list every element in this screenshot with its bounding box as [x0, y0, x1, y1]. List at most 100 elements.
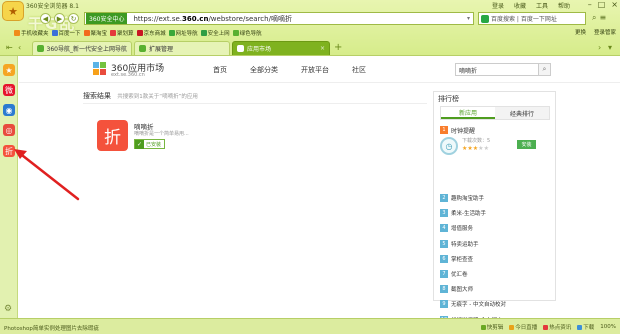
new-tab-button[interactable]: + [334, 42, 342, 53]
ranking-top-item[interactable]: 1 时钟提醒 ◷ 下载次数：5 ★★★★★ 安装 [440, 124, 550, 158]
bookmark-item[interactable]: 手机收藏夹 [14, 29, 49, 37]
rank-number: 9 [440, 300, 448, 309]
status-live[interactable]: 今日直播 [509, 323, 537, 331]
discount-icon[interactable]: 折 [3, 145, 15, 157]
bookmark-item[interactable]: 聚划算 [110, 29, 134, 37]
menu-icon[interactable]: ≡ [599, 13, 606, 23]
download-icon [577, 324, 583, 330]
menu-help[interactable]: 帮助 [558, 1, 570, 10]
rank-number: 5 [440, 239, 448, 248]
app-result-card[interactable]: 折 嘀嘀折 嘀嘀折是一个简单易用... ✓ 已安装 [97, 120, 197, 154]
tab-extension-manager[interactable]: 扩展管理 [134, 41, 230, 55]
url-dropdown-icon[interactable]: ▾ [467, 15, 470, 22]
live-icon [509, 324, 515, 330]
minimize-button[interactable]: – [588, 0, 592, 9]
tab-scroll-right-icon[interactable]: › [598, 43, 601, 52]
bookmark-icon [83, 29, 90, 36]
maximize-button[interactable]: □ [598, 0, 606, 9]
check-icon: ✓ [135, 139, 144, 149]
browser-search-input[interactable]: 百度搜索 | 百度一下网址 [478, 12, 586, 25]
bookmark-item[interactable]: 百度一下 [51, 29, 81, 37]
status-quick-edit[interactable]: 快剪辑 [480, 323, 503, 331]
ranking-list-item[interactable]: 7 优汇卷 [440, 269, 550, 279]
rank-number: 3 [440, 209, 448, 218]
status-hot-news[interactable]: 热点资讯 [543, 323, 571, 331]
nav-community[interactable]: 社区 [352, 65, 366, 75]
menu-tools[interactable]: 工具 [536, 1, 548, 10]
ranking-list-item[interactable]: 3 柔米-生活助手 [440, 208, 550, 218]
rank-app-name[interactable]: 趣购淘宝助手 [451, 194, 484, 202]
bookmark-item[interactable]: 绿色导航 [232, 29, 262, 37]
bookmark-item[interactable]: 网址导航 [168, 29, 198, 37]
app-market-logo-icon[interactable] [93, 62, 107, 76]
ranking-list-item[interactable]: 6 掌柜查查 [440, 254, 550, 264]
bookmark-icon [232, 29, 239, 36]
menu-favorites[interactable]: 收藏 [514, 1, 526, 10]
login-manager-link[interactable]: 登录管家 [594, 28, 616, 36]
rank-app-name[interactable]: 特卖运助手 [451, 240, 479, 248]
refresh-button[interactable]: ↻ [68, 13, 79, 24]
status-zoom[interactable]: 100% [600, 323, 616, 331]
back-button[interactable]: ◀ [40, 13, 51, 24]
toolbar-right: ⌕ ≡ [592, 13, 606, 23]
tab-list-icon[interactable]: ⇤ [6, 43, 13, 52]
nav-home[interactable]: 首页 [213, 65, 227, 75]
rank-number: 8 [440, 285, 448, 294]
download-count: 下载次数：5 [462, 138, 491, 144]
rank-app-name[interactable]: 截图大师 [451, 285, 473, 293]
close-window-button[interactable]: × [611, 0, 618, 9]
ranking-tabs: 新应用 经典排行 [440, 106, 550, 120]
forward-button[interactable]: ▶ [54, 13, 65, 24]
address-bar[interactable]: 360安全中心 https://ext.se.360.cn/webstore/s… [84, 12, 474, 25]
install-button[interactable]: 安装 [517, 140, 536, 149]
tab-scroll-icon[interactable]: ‹ [18, 43, 21, 52]
rank-app-name[interactable]: 无痕字 - 中文自动校对 [451, 300, 506, 308]
search-engine-icon[interactable] [481, 15, 489, 23]
status-download[interactable]: 下载 [577, 323, 594, 331]
tab-close-icon[interactable]: × [320, 45, 325, 52]
tab-classic-ranking[interactable]: 经典排行 [495, 107, 549, 119]
target-icon[interactable]: ◎ [3, 124, 15, 136]
site-search-button[interactable]: ⌕ [538, 63, 551, 76]
bookmark-icon [110, 29, 117, 36]
news-icon [543, 324, 549, 330]
tab-360-nav[interactable]: 360导航_新一代安全上网导航 [32, 41, 132, 55]
star-icon[interactable]: ★ [3, 64, 15, 76]
title-menu: 登录 收藏 工具 帮助 [492, 1, 570, 10]
web-page: 360应用市场 ext.se.360.cn 首页 全部分类 开放平台 社区 嘀嘀… [19, 57, 620, 318]
search-icon[interactable]: ⌕ [592, 13, 596, 23]
ranking-list-item[interactable]: 5 特卖运助手 [440, 239, 550, 249]
browser-chrome: ★ 360安全浏览器 8.1 登录 收藏 工具 帮助 – □ × 干G乱 ◀ ▶… [0, 0, 620, 56]
site-search-input[interactable]: 嘀嘀折 [455, 63, 539, 76]
nav-open-platform[interactable]: 开放平台 [301, 65, 329, 75]
rank-app-name[interactable]: 增值服务 [451, 224, 473, 232]
status-news-ticker[interactable]: Photoshop简单实例处理图片去除瑕疵 [4, 324, 99, 332]
secure-badge[interactable]: 360安全中心 [86, 13, 128, 24]
ranking-list-item[interactable]: 4 增值服务 [440, 223, 550, 233]
ranking-panel: 排行榜 新应用 经典排行 1 时钟提醒 ◷ 下载次数：5 ★★★★★ 安装 2趣… [433, 91, 556, 318]
rank-app-name[interactable]: 掌柜查查 [451, 255, 473, 263]
settings-gear-icon[interactable]: ⚙ [4, 304, 12, 314]
rank-number: 4 [440, 224, 448, 233]
nav-all-categories[interactable]: 全部分类 [250, 65, 278, 75]
bookmark-icon [14, 29, 20, 36]
app-discount-icon[interactable]: 折 [97, 120, 128, 151]
eye-icon[interactable]: ◉ [3, 104, 15, 116]
tab-app-market[interactable]: 应用市场 × [232, 41, 330, 55]
menu-login[interactable]: 登录 [492, 1, 504, 10]
ranking-list-item[interactable]: 2 趣购淘宝助手 [440, 193, 550, 203]
bookmark-item[interactable]: 安全上网 [200, 29, 230, 37]
tab-new-apps[interactable]: 新应用 [441, 107, 495, 119]
tab-strip: ⇤ ‹ 360导航_新一代安全上网导航 扩展管理 应用市场 × + › ▾ [0, 40, 620, 56]
weibo-icon[interactable]: 微 [3, 84, 15, 96]
tab-menu-icon[interactable]: ▾ [608, 43, 612, 52]
rank-app-name[interactable]: 柔米-生活助手 [451, 209, 486, 217]
bookmark-item[interactable]: 京东商城 [136, 29, 166, 37]
bookmark-item[interactable]: 聚淘宝 [83, 29, 107, 37]
change-skin-link[interactable]: 更换 [575, 28, 586, 36]
url-text[interactable]: https://ext.se.360.cn/webstore/search/嘀嘀… [133, 14, 292, 24]
ranking-list-item[interactable]: 9 无痕字 - 中文自动校对 [440, 299, 550, 309]
rank-app-name[interactable]: 优汇卷 [451, 270, 468, 278]
rank-app-name[interactable]: 时钟提醒 [451, 126, 475, 135]
ranking-list-item[interactable]: 8 截图大师 [440, 284, 550, 294]
